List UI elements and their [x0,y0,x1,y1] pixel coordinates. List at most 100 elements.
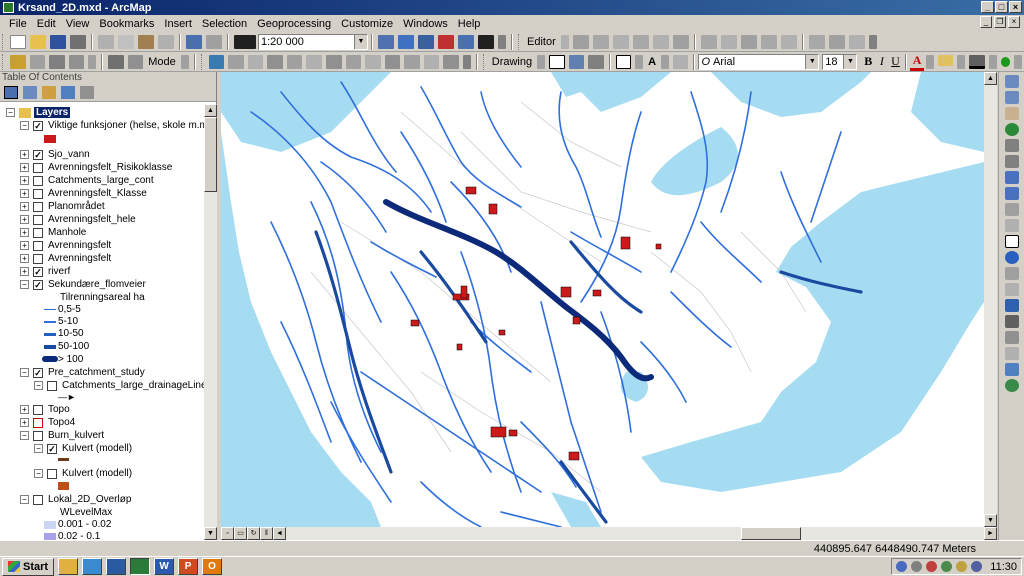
scroll-left-icon[interactable]: ◄ [273,527,286,540]
network-icon[interactable] [127,54,144,69]
select-elements-icon[interactable] [548,54,565,69]
desktop-taskbar-icon[interactable] [106,558,127,575]
doc-close-button[interactable]: × [1008,16,1020,28]
doc-restore-button[interactable]: ❐ [994,16,1006,28]
measure-icon[interactable] [404,54,420,69]
powerpoint-taskbar-icon[interactable]: P [178,558,199,575]
open-folder-icon[interactable] [30,34,46,49]
layer-avrenningsfelt-risikoklasse[interactable]: Avrenningsfelt_Risikoklasse [48,162,172,173]
word-taskbar-icon[interactable]: W [154,558,175,575]
layer-kulvert-modell[interactable]: Kulvert (modell) [62,443,132,454]
pause-drawing-icon[interactable]: ‖ [260,527,273,540]
collapse-icon[interactable]: − [6,108,15,117]
layer-checkbox[interactable]: ✓ [33,367,43,378]
chevron-down-icon[interactable] [661,54,669,69]
list-by-selection-icon[interactable] [61,86,75,99]
menu-edit[interactable]: Edit [32,18,61,30]
layer-sjo-vann[interactable]: Sjo_vann [48,149,90,160]
cut-icon[interactable] [98,34,114,49]
layer-checkbox[interactable] [33,162,43,173]
collapse-icon[interactable]: − [20,121,29,130]
swipe-icon[interactable] [423,54,440,69]
maximize-button[interactable]: □ [995,1,1008,13]
copy-icon[interactable] [118,34,134,49]
menu-customize[interactable]: Customize [336,18,398,30]
expand-icon[interactable]: + [20,189,29,198]
layer-checkbox[interactable] [33,227,43,238]
add-control-points-icon[interactable] [345,54,362,69]
effects-icon[interactable] [443,54,460,69]
collapse-icon[interactable]: − [20,495,29,504]
layer-checkbox[interactable] [33,417,43,428]
menu-view[interactable]: View [61,18,95,30]
layer-planomradet[interactable]: Planområdet [48,201,105,212]
layer-checkbox[interactable]: ✓ [33,279,43,290]
link-icon[interactable] [228,54,244,69]
scroll-up-icon[interactable]: ▲ [204,104,217,117]
toc-scroll-thumb[interactable] [204,117,217,192]
map-hscroll-thumb[interactable] [741,527,801,540]
edit-vertices-drawing-icon[interactable] [672,54,689,69]
mode-menu[interactable]: Mode [145,56,179,68]
html-popup-icon[interactable] [1004,283,1019,296]
chevron-down-icon[interactable]: ▼ [805,54,819,69]
layer-pre-catchment-study[interactable]: Pre_catchment_study [48,367,145,378]
topology-icon[interactable] [29,54,46,69]
layer-topo[interactable]: Topo [48,404,70,415]
expand-icon[interactable]: + [20,405,29,414]
find-route-icon[interactable] [1004,331,1019,344]
layer-avrenningsfelt[interactable]: Avrenningsfelt [48,253,111,264]
layer-checkbox[interactable]: ✓ [33,120,43,131]
layer-checkbox[interactable] [47,380,57,391]
expand-icon[interactable]: + [20,241,29,250]
marker-color-icon[interactable] [1000,56,1011,67]
chevron-down-icon[interactable]: ▼ [354,34,367,49]
display-tray-icon[interactable] [971,561,983,572]
expand-icon[interactable]: + [20,254,29,263]
undo-icon[interactable] [186,34,202,49]
vertex-icon[interactable] [108,54,124,69]
italic-button[interactable]: I [875,54,889,69]
zoom-out-icon[interactable] [1004,91,1019,104]
clear-selection-icon[interactable] [1004,219,1019,232]
font-color-button[interactable]: A [910,53,924,71]
fill-color-icon[interactable] [937,54,954,69]
expand-icon[interactable]: + [20,150,29,159]
pan-icon[interactable] [1004,107,1019,120]
volume-tray-icon[interactable] [956,561,968,572]
map-scale-combo[interactable]: 1:20 000 ▼ [258,33,368,50]
menu-help[interactable]: Help [453,18,486,30]
zoom-to-selected-icon[interactable] [588,54,604,69]
menu-file[interactable]: File [4,18,32,30]
layer-manhole[interactable]: Manhole [48,227,86,238]
expand-icon[interactable]: + [20,418,29,427]
editor-toolbar-icon[interactable] [378,34,394,49]
go-forward-icon[interactable] [1004,187,1019,200]
minimize-button[interactable]: _ [981,1,994,13]
toolbar-options-icon[interactable] [498,34,506,49]
print-icon[interactable] [70,34,86,49]
menu-windows[interactable]: Windows [398,18,453,30]
arctoolbox-icon[interactable] [458,34,474,49]
collapse-icon[interactable]: − [20,280,29,289]
map-vertical-scrollbar[interactable]: ▲ ▼ [984,72,997,527]
layer-checkbox[interactable] [33,240,43,251]
measure-icon[interactable] [1004,299,1019,312]
chevron-down-icon[interactable] [635,54,644,69]
layer-checkbox[interactable] [33,494,43,505]
map-canvas[interactable] [221,72,984,527]
layer-avrenningsfelt-hele[interactable]: Avrenningsfelt_hele [48,214,136,225]
layer-checkbox[interactable]: ✓ [33,266,43,277]
flip-icon[interactable] [325,54,342,69]
toc-scrollbar[interactable]: ▲ ▼ [204,104,217,540]
toc-options-icon[interactable] [80,86,94,99]
doc-minimize-button[interactable]: _ [980,16,992,28]
select-elements-icon[interactable] [1004,235,1019,248]
layer-catchments-drainageline[interactable]: Catchments_large_drainageLine [62,380,204,391]
layer-checkbox[interactable]: ✓ [47,443,57,454]
add-data-icon[interactable] [234,34,256,49]
expand-icon[interactable]: + [20,176,29,185]
font-size-combo[interactable]: 18 ▼ [822,53,858,70]
full-extent-icon[interactable] [1004,123,1019,136]
list-by-source-icon[interactable] [23,86,37,99]
